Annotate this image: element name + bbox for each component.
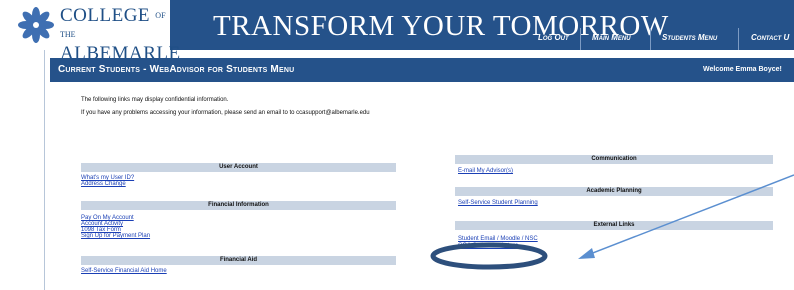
annotation-ellipse [430, 242, 548, 270]
annotation-overlay [430, 174, 794, 270]
annotation-arrow [578, 174, 794, 259]
